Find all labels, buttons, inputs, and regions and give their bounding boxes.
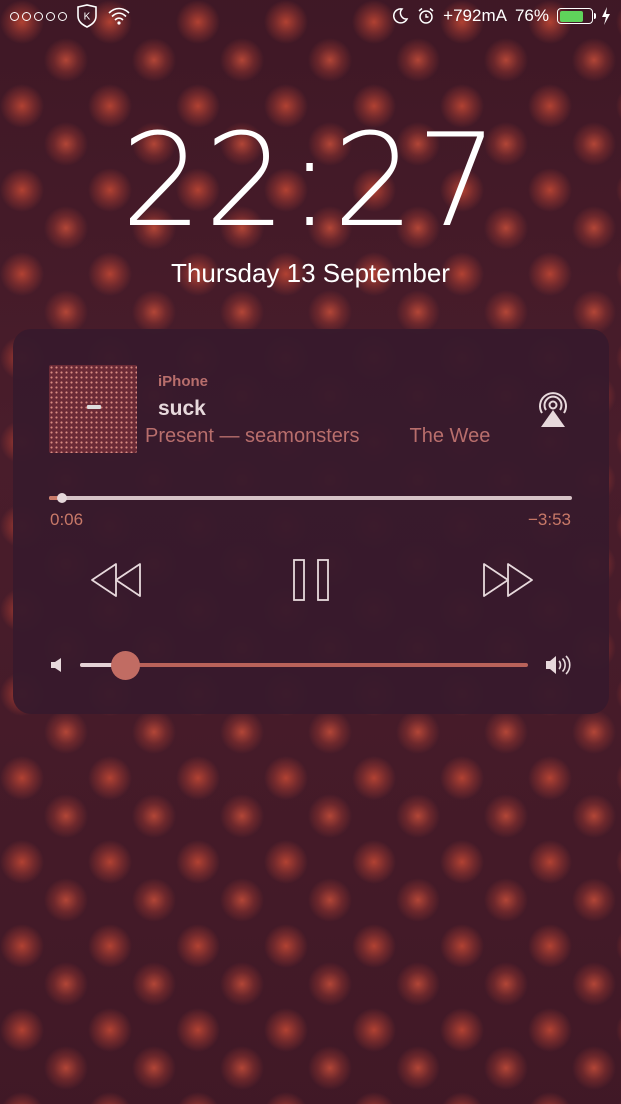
scrubber-knob[interactable] bbox=[57, 493, 68, 503]
volume-low-icon bbox=[51, 658, 61, 672]
pause-icon[interactable] bbox=[291, 558, 331, 602]
battery-icon bbox=[557, 8, 596, 24]
remaining-time: −3:53 bbox=[527, 510, 571, 529]
volume-track bbox=[80, 663, 528, 667]
wifi-icon bbox=[108, 7, 130, 25]
playback-scrubber[interactable] bbox=[49, 492, 572, 504]
battery-percent: 76% bbox=[514, 6, 549, 25]
signal-dots-icon bbox=[10, 11, 67, 21]
status-bar: K +792mA 76% bbox=[0, 0, 621, 32]
carrier-badge-letter: K bbox=[84, 12, 91, 23]
moon-icon bbox=[393, 8, 409, 24]
scrubber-track bbox=[49, 496, 572, 500]
battery-level-fill bbox=[559, 10, 584, 22]
elapsed-time: 0:06 bbox=[50, 510, 84, 529]
charge-rate: +792mA bbox=[443, 6, 507, 25]
lock-clock: 22:27 bbox=[121, 107, 500, 256]
playback-source: iPhone bbox=[158, 373, 209, 390]
artist-album-marquee: Present — seamonsters The Wee bbox=[145, 425, 527, 453]
now-playing-widget[interactable]: iPhone suck Present — seamonsters The Wee… bbox=[13, 329, 609, 714]
airplay-icon[interactable] bbox=[535, 391, 571, 429]
status-left: K bbox=[10, 4, 131, 28]
fast-forward-icon[interactable] bbox=[479, 561, 535, 599]
lock-date: Thursday 13 September bbox=[171, 258, 450, 288]
album-artwork[interactable] bbox=[49, 365, 137, 453]
charging-bolt-icon bbox=[602, 7, 610, 25]
volume-slider[interactable] bbox=[80, 651, 528, 680]
alarm-icon bbox=[418, 7, 434, 24]
volume-knob[interactable] bbox=[110, 651, 140, 680]
rewind-icon[interactable] bbox=[89, 561, 145, 599]
volume-high-icon bbox=[546, 655, 571, 675]
artist-album-text-next: The Wee bbox=[409, 425, 491, 447]
artist-album-text: Present — seamonsters bbox=[145, 425, 360, 447]
carrier-shield-icon: K bbox=[77, 4, 97, 28]
track-title: suck bbox=[158, 397, 206, 420]
status-right: +792mA 76% bbox=[391, 6, 611, 26]
artwork-mark bbox=[87, 405, 101, 409]
